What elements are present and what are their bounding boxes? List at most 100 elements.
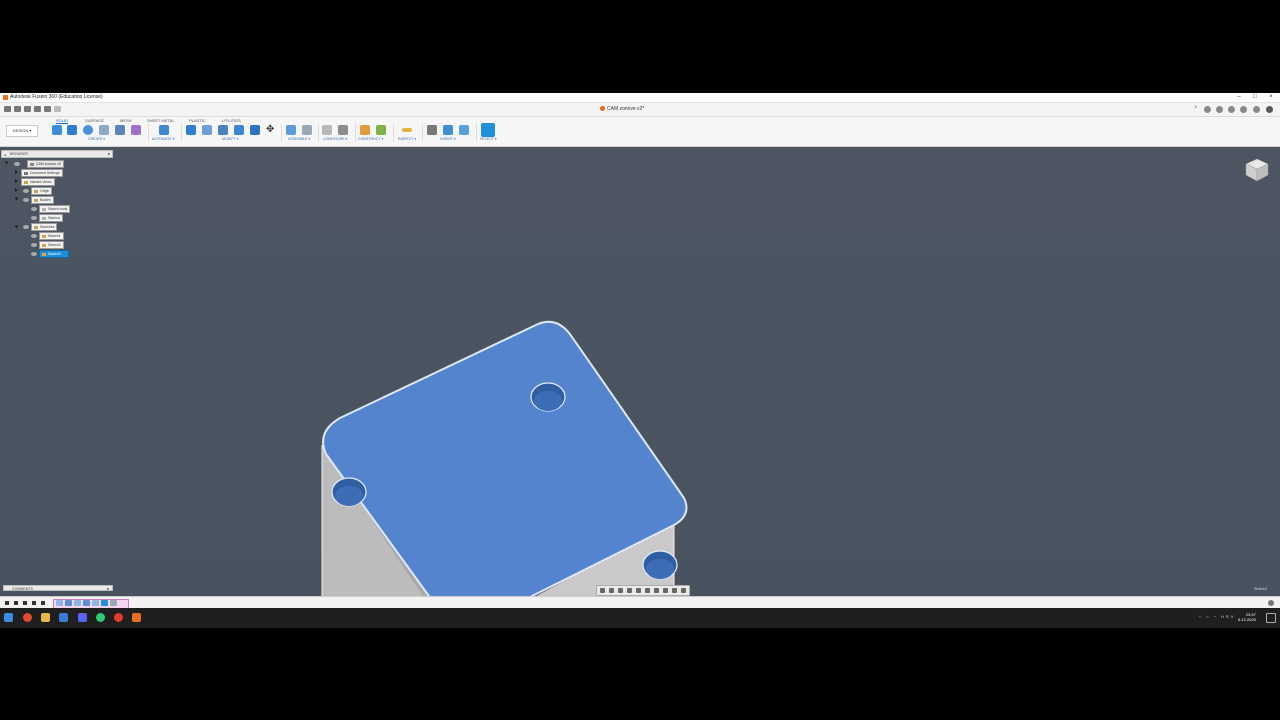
new-tab-icon[interactable] — [1204, 106, 1211, 113]
browser-pin-icon[interactable]: ● — [108, 151, 110, 157]
browser-app-icon[interactable] — [23, 613, 32, 622]
display-settings-icon[interactable] — [654, 588, 659, 593]
box-icon[interactable] — [115, 125, 125, 135]
timeline-extrude-feature[interactable] — [65, 600, 72, 606]
comments-panel[interactable]: COMMENTS ● — [3, 585, 113, 591]
minimize-button[interactable]: – — [1231, 93, 1247, 102]
start-icon[interactable] — [4, 613, 13, 622]
timeline-sketch-feature[interactable] — [74, 600, 81, 606]
scale-icon[interactable] — [250, 125, 260, 135]
browser-item-body[interactable]: Stanica — [39, 214, 63, 222]
measure-icon[interactable] — [402, 128, 412, 132]
grid-menu-icon[interactable] — [4, 106, 11, 112]
tab-surface[interactable]: SURFACE — [85, 118, 104, 123]
notification-center-icon[interactable] — [1266, 613, 1276, 623]
save-icon[interactable] — [24, 106, 31, 112]
hole-icon[interactable] — [99, 125, 109, 135]
extrude-icon[interactable] — [67, 125, 77, 135]
discord-icon[interactable] — [78, 613, 87, 622]
browser-item-named-views[interactable]: Named Views — [21, 178, 55, 186]
document-tab[interactable]: CAM zonove v2* — [600, 105, 690, 114]
visibility-eye-icon[interactable] — [31, 207, 37, 211]
browser-item-body[interactable]: Sketch body — [39, 205, 71, 213]
help-icon[interactable] — [1253, 106, 1260, 113]
close-tab-icon[interactable]: × — [1194, 105, 1198, 111]
fit-icon[interactable] — [645, 588, 650, 593]
timeline-back-icon[interactable] — [14, 601, 18, 605]
job-status-icon[interactable] — [1228, 106, 1235, 113]
file-explorer-icon[interactable] — [41, 613, 50, 622]
timeline-first-icon[interactable] — [5, 601, 9, 605]
app-icon[interactable] — [59, 613, 68, 622]
grid-settings-icon[interactable] — [663, 588, 668, 593]
press-pull-icon[interactable] — [186, 125, 196, 135]
maximize-button[interactable]: □ — [1247, 93, 1263, 102]
browser-header[interactable]: ◂ BROWSER ● — [1, 150, 113, 158]
visibility-eye-icon[interactable] — [31, 243, 37, 247]
visibility-eye-icon[interactable] — [14, 162, 20, 166]
select-cursor-icon[interactable] — [481, 123, 495, 137]
orbit-icon[interactable] — [600, 588, 605, 593]
automate-icon[interactable] — [159, 125, 169, 135]
visibility-eye-icon[interactable] — [31, 234, 37, 238]
tab-utilities[interactable]: UTILITIES — [222, 118, 241, 123]
whatsapp-icon[interactable] — [96, 613, 105, 622]
browser-item-sketch1[interactable]: Sketch1 — [39, 232, 64, 240]
3d-model[interactable] — [310, 317, 700, 597]
user-avatar[interactable] — [1266, 106, 1273, 113]
browser-root-node[interactable]: CAM zonove v2 — [27, 160, 64, 168]
browser-item-sketch2[interactable]: Sketch2 — [39, 241, 64, 249]
timeline-sketch-feature[interactable] — [92, 600, 99, 606]
configure-table-icon[interactable] — [322, 125, 332, 135]
insert-derive-icon[interactable] — [427, 125, 437, 135]
comments-add-icon[interactable]: ● — [107, 586, 109, 592]
environment-icon[interactable] — [681, 588, 686, 593]
automate-group-label[interactable]: AUTOMATE ▾ — [152, 137, 174, 141]
browser-item-bodies[interactable]: Bodies — [31, 196, 54, 204]
create-group-label[interactable]: CREATE ▾ — [88, 137, 105, 141]
browser-item-origin[interactable]: Origin — [31, 187, 53, 195]
zoom-icon[interactable] — [627, 588, 632, 593]
undo-icon[interactable] — [34, 106, 41, 112]
tab-mesh[interactable]: MESH — [120, 118, 132, 123]
timeline-sketch-feature[interactable] — [56, 600, 63, 606]
3d-viewport[interactable]: ◂ BROWSER ● CAM zonove v2 Document Setti… — [0, 147, 1280, 597]
home-icon[interactable] — [54, 106, 61, 112]
expand-toggle-icon[interactable] — [15, 170, 18, 174]
move-copy-icon[interactable]: ✥ — [266, 125, 274, 135]
timeline-feature[interactable] — [110, 600, 117, 606]
expand-toggle-icon[interactable] — [15, 188, 18, 192]
joint-icon[interactable] — [302, 125, 312, 135]
taskbar-clock[interactable]: 23:57 6.12.2025 — [1238, 612, 1256, 622]
redo-icon[interactable] — [44, 106, 51, 112]
browser-item-sketches[interactable]: Sketches — [31, 223, 58, 231]
visibility-eye-icon[interactable] — [23, 198, 29, 202]
browser-item-sketch3[interactable]: Sketch3 — [39, 250, 69, 258]
tab-sheet-metal[interactable]: SHEET METAL — [147, 118, 174, 123]
assemble-group-label[interactable]: ASSEMBLE ▾ — [288, 137, 310, 141]
offset-plane-icon[interactable] — [360, 125, 370, 135]
visibility-eye-icon[interactable] — [31, 216, 37, 220]
viewports-icon[interactable] — [672, 588, 677, 593]
expand-toggle-icon[interactable] — [4, 161, 9, 165]
timeline-settings-icon[interactable] — [1268, 600, 1274, 606]
revolve-icon[interactable] — [83, 125, 93, 135]
viewcube[interactable] — [1243, 156, 1271, 184]
notifications-icon[interactable] — [1240, 106, 1247, 113]
visibility-eye-icon[interactable] — [31, 252, 37, 256]
chrome-icon[interactable] — [114, 613, 123, 622]
expand-toggle-icon[interactable] — [14, 225, 19, 229]
insert-canvas-icon[interactable] — [459, 125, 469, 135]
close-window-button[interactable]: × — [1263, 93, 1279, 102]
insert-group-label[interactable]: INSERT ▾ — [440, 137, 456, 141]
timeline-sketch-feature[interactable] — [101, 600, 108, 606]
combine-icon[interactable] — [234, 125, 244, 135]
select-group-label[interactable]: SELECT ▾ — [480, 137, 497, 141]
expand-toggle-icon[interactable] — [15, 179, 18, 183]
browser-item-document-settings[interactable]: Document Settings — [21, 169, 63, 177]
modify-group-label[interactable]: MODIFY ▾ — [222, 137, 239, 141]
midplane-icon[interactable] — [376, 125, 386, 135]
data-panel-icon[interactable] — [1216, 106, 1223, 113]
construct-group-label[interactable]: CONSTRUCT ▾ — [358, 137, 383, 141]
file-menu-icon[interactable] — [14, 106, 21, 112]
